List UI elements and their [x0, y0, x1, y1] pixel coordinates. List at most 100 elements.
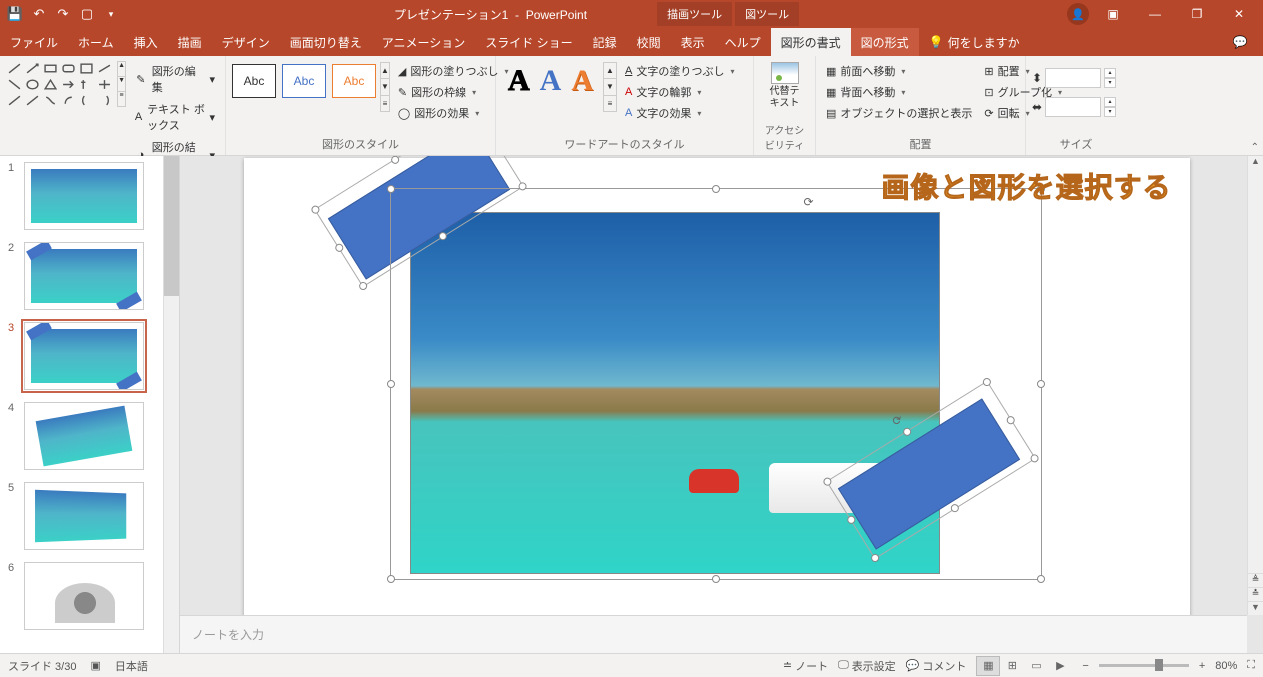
quick-access-toolbar: 💾 ↶ ↷ ▢ ▾	[0, 3, 126, 25]
zoom-level[interactable]: 80%	[1215, 660, 1237, 672]
tab-draw[interactable]: 描画	[168, 28, 212, 56]
ribbon-group-insert-shapes: ▲ ▼ ≡ ✎図形の編集▾ Aテキスト ボックス▾ ◑図形の結合▾ 図形の挿入	[0, 56, 226, 155]
wordart-gallery[interactable]: A A A	[502, 58, 599, 98]
shape-outline-button[interactable]: ✎図形の枠線▾	[394, 83, 513, 101]
zoom-in-icon[interactable]: +	[1199, 660, 1205, 672]
shape-style-preset[interactable]: Abc	[332, 64, 376, 98]
ribbon-group-label: サイズ	[1032, 134, 1120, 155]
text-effects-button[interactable]: A文字の効果▾	[621, 104, 738, 122]
ribbon-group-label: アクセシビリティ	[760, 120, 809, 155]
prev-slide-icon[interactable]: ≜	[1248, 573, 1263, 587]
tab-transitions[interactable]: 画面切り替え	[280, 28, 372, 56]
tab-record[interactable]: 記録	[583, 28, 627, 56]
tab-review[interactable]: 校閲	[627, 28, 671, 56]
language-indicator[interactable]: 日本語	[115, 658, 148, 674]
shape-style-preset[interactable]: Abc	[282, 64, 326, 98]
shape-style-preset[interactable]: Abc	[232, 64, 276, 98]
ribbon-group-label: ワードアートのスタイル	[502, 134, 747, 155]
window-title: プレゼンテーション1 - PowerPoint	[394, 6, 587, 23]
gallery-scroll[interactable]: ▲▼≡	[380, 62, 390, 112]
tell-me-search[interactable]: 💡何をしますか	[919, 34, 1030, 51]
ribbon-group-label: 図形のスタイル	[232, 134, 489, 155]
save-icon[interactable]: 💾	[4, 3, 26, 25]
width-spinner[interactable]: ▴▾	[1104, 97, 1116, 117]
lightbulb-icon: 💡	[929, 35, 944, 49]
wordart-preset[interactable]: A	[508, 64, 530, 98]
slide-thumbnail[interactable]: 1	[0, 156, 179, 236]
notes-button[interactable]: ≐ノート	[783, 658, 828, 674]
rotation-handle-icon[interactable]: ⟳	[804, 195, 818, 209]
height-input[interactable]	[1045, 68, 1101, 88]
ribbon-display-options-icon[interactable]: ▣	[1095, 3, 1131, 25]
slide-thumbnail[interactable]: 5	[0, 476, 179, 556]
tab-animations[interactable]: アニメーション	[372, 28, 476, 56]
tab-picture-format[interactable]: 図の形式	[851, 28, 919, 56]
reading-view-icon[interactable]: ▭	[1024, 656, 1048, 676]
share-icon[interactable]: 💬	[1227, 31, 1263, 53]
shape-fill-button[interactable]: ◢図形の塗りつぶし▾	[394, 62, 513, 80]
edit-shape-button[interactable]: ✎図形の編集▾	[130, 61, 219, 97]
minimize-icon[interactable]: —	[1137, 3, 1173, 25]
undo-icon[interactable]: ↶	[28, 3, 50, 25]
thumbnail-scrollbar[interactable]	[163, 156, 179, 653]
text-outline-button[interactable]: A文字の輪郭▾	[621, 83, 738, 101]
wordart-preset[interactable]: A	[571, 64, 593, 98]
annotation-overlay-text: 画像と図形を選択する	[881, 166, 1171, 206]
spellcheck-icon[interactable]: ▣	[90, 659, 100, 672]
selection-pane-button[interactable]: ▤オブジェクトの選択と表示	[822, 104, 976, 122]
next-slide-icon[interactable]: ≛	[1248, 587, 1263, 601]
tab-insert[interactable]: 挿入	[124, 28, 168, 56]
thumb-number: 5	[8, 482, 18, 550]
tab-file[interactable]: ファイル	[0, 28, 68, 56]
canvas-vertical-scrollbar[interactable]: ▲ ≜≛▼	[1247, 156, 1263, 615]
shapes-gallery[interactable]	[6, 58, 113, 108]
slide-thumbnail[interactable]: 4	[0, 396, 179, 476]
send-backward-button[interactable]: ▦背面へ移動▾	[822, 83, 976, 101]
shape-effects-button[interactable]: ◯図形の効果▾	[394, 104, 513, 122]
bring-forward-icon: ▦	[826, 65, 836, 78]
display-settings-button[interactable]: 🖵表示設定	[838, 658, 896, 674]
menu-bar: ファイル ホーム 挿入 描画 デザイン 画面切り替え アニメーション スライド …	[0, 28, 1263, 56]
tab-slideshow[interactable]: スライド ショー	[475, 28, 582, 56]
text-fill-icon: A	[625, 65, 632, 77]
close-icon[interactable]: ✕	[1221, 3, 1257, 25]
selection-box-group[interactable]: ⟳	[390, 188, 1042, 580]
tab-help[interactable]: ヘルプ	[715, 28, 771, 56]
slide-thumbnail[interactable]: 2	[0, 236, 179, 316]
text-box-button[interactable]: Aテキスト ボックス▾	[130, 99, 219, 135]
shape-style-gallery[interactable]: Abc Abc Abc	[232, 58, 376, 98]
fit-to-window-icon[interactable]: ⛶	[1247, 659, 1255, 672]
start-slideshow-icon[interactable]: ▢	[76, 3, 98, 25]
text-fill-button[interactable]: A文字の塗りつぶし▾	[621, 62, 738, 80]
slide-sorter-view-icon[interactable]: ⊞	[1000, 656, 1024, 676]
tab-shape-format[interactable]: 図形の書式	[771, 28, 851, 56]
collapse-ribbon-icon[interactable]: ⌃	[1251, 142, 1259, 153]
slideshow-view-icon[interactable]: ▶	[1048, 656, 1072, 676]
slide-thumbnail[interactable]: 3	[0, 316, 179, 396]
slide-counter[interactable]: スライド 3/30	[8, 658, 76, 674]
restore-icon[interactable]: ❐	[1179, 3, 1215, 25]
gallery-scroll[interactable]: ▲▼≡	[603, 62, 617, 112]
bring-forward-button[interactable]: ▦前面へ移動▾	[822, 62, 976, 80]
drawing-tools-tab-header: 描画ツール	[657, 2, 732, 26]
wordart-preset[interactable]: A	[540, 64, 562, 98]
customize-qat-icon[interactable]: ▾	[100, 3, 122, 25]
height-spinner[interactable]: ▴▾	[1104, 68, 1116, 88]
redo-icon[interactable]: ↷	[52, 3, 74, 25]
slide-editor[interactable]: ⟳ ⟳ ⟳ 画像と図形を選択する	[244, 158, 1190, 615]
height-icon: ⬍	[1032, 71, 1042, 85]
slide-thumbnail-panel: 1 2 3 4 5 6	[0, 156, 180, 653]
zoom-out-icon[interactable]: −	[1082, 660, 1088, 672]
account-icon[interactable]: 👤	[1067, 3, 1089, 25]
alt-text-button[interactable]: 代替テ キスト	[764, 58, 806, 114]
comments-button[interactable]: 💬コメント	[906, 658, 967, 674]
tab-home[interactable]: ホーム	[68, 28, 124, 56]
slide-thumbnail[interactable]: 6	[0, 556, 179, 636]
normal-view-icon[interactable]: ▦	[976, 656, 1000, 676]
notes-pane[interactable]: ノートを入力	[180, 615, 1247, 653]
tab-design[interactable]: デザイン	[212, 28, 280, 56]
slide-canvas-area: ⟳ ⟳ ⟳ 画像と図形を選択する ノートを入力	[180, 156, 1263, 653]
zoom-slider[interactable]	[1099, 664, 1189, 667]
tab-view[interactable]: 表示	[671, 28, 715, 56]
width-input[interactable]	[1045, 97, 1101, 117]
